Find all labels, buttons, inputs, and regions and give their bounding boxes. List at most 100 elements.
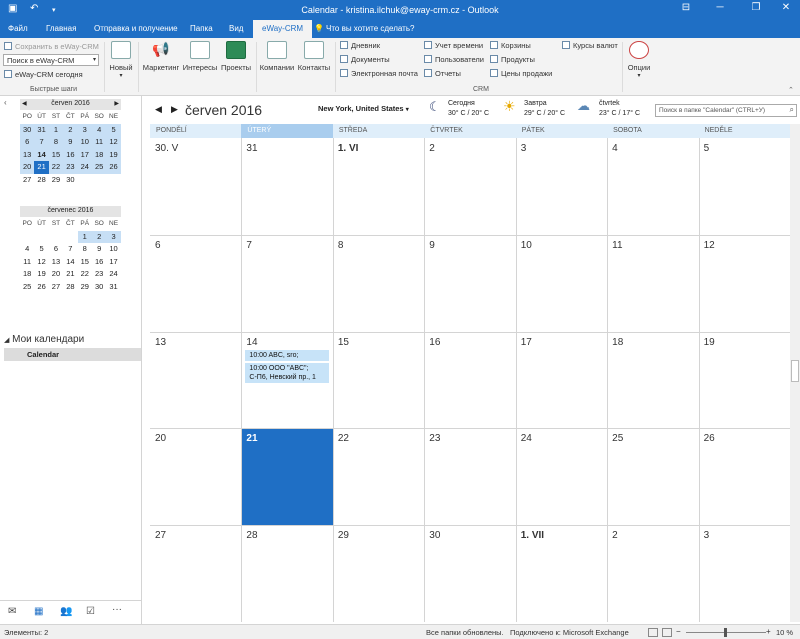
day-cell[interactable] xyxy=(700,139,790,235)
mini-calendar-date[interactable]: 2 xyxy=(91,230,107,244)
location-selector[interactable]: New York, United States ▾ xyxy=(318,104,409,113)
day-cell[interactable] xyxy=(425,236,515,332)
mini-calendar-date[interactable]: 12 xyxy=(106,136,121,149)
new-button[interactable]: Новый ▾ xyxy=(106,41,136,79)
carts-button[interactable]: Корзины xyxy=(490,41,531,50)
mini-calendar-date[interactable]: 30 xyxy=(92,281,106,294)
prev-month-icon[interactable]: ◀ xyxy=(22,100,27,107)
mini-calendar-date[interactable]: 26 xyxy=(34,281,48,294)
contacts-button[interactable]: Контакты xyxy=(296,41,332,72)
people-icon[interactable]: 👥 xyxy=(60,606,72,617)
mini-calendar-date[interactable]: 16 xyxy=(63,148,78,162)
normal-view-icon[interactable] xyxy=(648,628,658,637)
mini-calendar-date[interactable]: 8 xyxy=(78,243,92,256)
mini-calendar-date[interactable]: 28 xyxy=(34,174,48,187)
mini-calendar-date[interactable]: 6 xyxy=(20,136,35,149)
mini-calendar-date[interactable]: 15 xyxy=(48,148,64,162)
mini-calendar-date[interactable]: 9 xyxy=(92,243,106,256)
my-calendars-header[interactable]: ◢ Мои календари xyxy=(4,334,84,345)
eway-today-button[interactable]: eWay-CRM сегодня xyxy=(4,70,83,79)
mini-calendar-date[interactable]: 20 xyxy=(49,268,63,281)
mini-calendar-date[interactable]: 22 xyxy=(48,161,64,174)
minimize-icon[interactable]: ─ xyxy=(710,2,730,13)
tab-send-receive[interactable]: Отправка и получение xyxy=(94,24,178,33)
mini-calendar-date[interactable]: 17 xyxy=(106,256,120,269)
day-cell[interactable] xyxy=(700,526,790,622)
mini-calendar-date[interactable]: 5 xyxy=(34,243,48,256)
prev-arrow-icon[interactable]: ◀ xyxy=(155,104,162,115)
mini-calendar-date[interactable]: 24 xyxy=(106,268,120,281)
mini-calendar-date[interactable]: 25 xyxy=(20,281,34,294)
mini-calendar-date[interactable]: 2 xyxy=(63,123,78,137)
collapse-pane-icon[interactable]: ‹ xyxy=(4,98,7,107)
mini-calendar-date[interactable]: 11 xyxy=(20,256,34,269)
options-button[interactable]: Опции ▾ xyxy=(624,41,654,79)
mini-calendar-date[interactable]: 19 xyxy=(34,268,48,281)
mini-calendar-date[interactable]: 29 xyxy=(49,174,63,187)
ribbon-display-icon[interactable]: ⊟ xyxy=(676,2,696,13)
mini-calendar-date[interactable]: 4 xyxy=(91,123,107,137)
calendar-icon[interactable]: ▦ xyxy=(34,606,43,617)
mini-calendar-date[interactable]: 17 xyxy=(77,148,92,162)
vertical-scrollbar[interactable] xyxy=(790,124,800,622)
dropdown-icon[interactable]: ▾ xyxy=(93,56,96,63)
mini-calendar-date[interactable]: 27 xyxy=(20,174,34,187)
products-button[interactable]: Продукты xyxy=(490,55,535,64)
mini-calendar-date[interactable]: 16 xyxy=(92,256,106,269)
tab-view[interactable]: Вид xyxy=(229,24,243,33)
mini-calendar-date[interactable]: 3 xyxy=(106,230,121,244)
mini-calendar-date[interactable]: 23 xyxy=(92,268,106,281)
mini-calendar-date[interactable]: 30 xyxy=(20,123,35,137)
zoom-out-icon[interactable]: − xyxy=(676,627,681,636)
mini-calendar-date[interactable]: 13 xyxy=(20,148,35,162)
day-cell[interactable] xyxy=(242,236,332,332)
close-icon[interactable]: ✕ xyxy=(776,2,796,13)
companies-button[interactable]: Компании xyxy=(257,41,297,72)
projects-button[interactable]: Проекты xyxy=(218,41,254,72)
mini-calendar-date[interactable]: 12 xyxy=(34,256,48,269)
mini-calendar-date[interactable]: 23 xyxy=(63,161,78,174)
time-tracking-button[interactable]: Учет времени xyxy=(424,41,483,50)
save-to-eway-button[interactable]: Сохранить в eWay-CRM xyxy=(4,42,99,51)
mini-calendar-date[interactable]: 1 xyxy=(48,123,64,137)
calendar-item[interactable]: Calendar xyxy=(4,348,141,361)
mini-calendar-date[interactable]: 28 xyxy=(63,281,77,294)
tab-eway-crm[interactable]: eWay-CRM xyxy=(253,20,313,38)
mini-calendar-date[interactable]: 19 xyxy=(106,148,121,162)
mini-calendar-date[interactable]: 8 xyxy=(48,136,64,149)
mini-calendar-date[interactable]: 6 xyxy=(49,243,63,256)
scrollbar-thumb[interactable] xyxy=(791,360,799,382)
more-icon[interactable]: ··· xyxy=(112,604,122,615)
mini-calendar-date[interactable]: 1 xyxy=(77,230,92,244)
mini-calendar-date[interactable]: 25 xyxy=(91,161,107,174)
tab-home[interactable]: Главная xyxy=(46,24,76,33)
next-month-icon[interactable]: ▶ xyxy=(114,100,119,107)
reports-button[interactable]: Отчеты xyxy=(424,69,461,78)
mini-calendar-date[interactable]: 22 xyxy=(78,268,92,281)
mini-calendar-date[interactable]: 10 xyxy=(106,243,120,256)
collapse-ribbon-icon[interactable]: ⌃ xyxy=(788,86,794,94)
mini-calendar-date[interactable]: 31 xyxy=(106,281,120,294)
price-lists-button[interactable]: Цены продажи xyxy=(490,69,552,78)
mini-calendar-date[interactable]: 10 xyxy=(77,136,92,149)
day-cell[interactable] xyxy=(608,526,698,622)
day-cell[interactable] xyxy=(151,236,241,332)
mini-calendar-date[interactable]: 29 xyxy=(78,281,92,294)
mini-calendar-date[interactable]: 14 xyxy=(34,148,49,162)
mini-calendar-date[interactable]: 18 xyxy=(20,268,34,281)
documents-button[interactable]: Документы xyxy=(340,55,390,64)
mail-icon[interactable]: ✉ xyxy=(8,606,16,617)
zoom-slider-thumb[interactable] xyxy=(724,628,727,637)
mini-calendar-date[interactable]: 31 xyxy=(34,123,49,137)
interests-button[interactable]: Интересы xyxy=(182,41,218,72)
tab-file[interactable]: Файл xyxy=(8,24,28,33)
reading-view-icon[interactable] xyxy=(662,628,672,637)
restore-icon[interactable]: ❐ xyxy=(746,2,766,13)
mini-calendar-date[interactable]: 5 xyxy=(106,123,121,137)
search-icon[interactable]: ⌕ xyxy=(790,105,794,115)
appointment[interactable]: 10:00 ABC, sro; xyxy=(245,349,329,361)
mini-calendar-date[interactable]: 26 xyxy=(106,161,121,174)
mini-calendar-date[interactable]: 13 xyxy=(49,256,63,269)
journal-button[interactable]: Дневник xyxy=(340,41,380,50)
search-calendar-input[interactable]: Поиск в папке "Calendar" (CTRL+У) ⌕ xyxy=(655,104,797,117)
